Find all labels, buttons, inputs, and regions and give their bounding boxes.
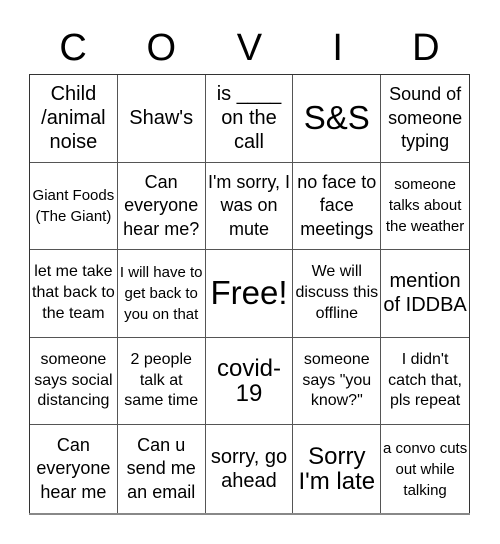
bingo-cell-text: a convo cuts out while talking — [382, 439, 468, 499]
bingo-grid: Child /animal noise Shaw's is ____ on the … — [29, 74, 470, 514]
bingo-cell[interactable]: sorry, go ahead — [206, 425, 294, 513]
bingo-cell-text: covid-19 — [216, 354, 281, 408]
header-letter-i: I — [332, 27, 343, 69]
bingo-cell-text: someone says social distancing — [34, 350, 113, 410]
bingo-cell-text: I didn't catch that, pls repeat — [388, 350, 462, 410]
header-letter-o: O — [146, 27, 177, 69]
bingo-header: C O V I D — [29, 22, 470, 74]
bingo-cell-text: S&S — [303, 98, 370, 136]
bingo-cell[interactable]: I'm sorry, I was on mute — [205, 162, 294, 251]
bingo-cell-text: someone talks about the weather — [385, 176, 465, 236]
bingo-cell[interactable]: Can everyone hear me? — [117, 162, 206, 251]
bingo-cell-text: Can everyone hear me? — [123, 171, 200, 239]
bingo-cell-text: Shaw's — [129, 107, 194, 130]
bingo-cell[interactable]: someone talks about the weather — [381, 163, 469, 251]
bingo-cell-text: Sound of someone typing — [388, 84, 463, 151]
header-letter-d: D — [412, 27, 440, 69]
header-letter-c: C — [59, 27, 87, 69]
bingo-cell[interactable]: Sound of someone typing — [381, 75, 469, 163]
bingo-cell-text: Free! — [210, 274, 288, 312]
bingo-cell[interactable]: Free! — [205, 250, 294, 338]
bingo-cell-text: someone says "you know?" — [302, 350, 372, 410]
bingo-cell[interactable]: 2 people talk at same time — [117, 337, 206, 426]
bingo-cell[interactable]: a convo cuts out while talking — [381, 425, 469, 513]
bingo-cell-text: sorry, go ahead — [210, 446, 288, 493]
bingo-cell-text: Sorry I'm late — [298, 443, 376, 496]
bingo-cell[interactable]: I didn't catch that, pls repeat — [381, 338, 469, 426]
bingo-cell[interactable]: is ____ on the call — [205, 75, 294, 163]
bingo-cell[interactable]: Shaw's — [117, 75, 206, 163]
bingo-cell[interactable]: mention of IDDBA — [381, 250, 469, 338]
bingo-cell-text: no face to face meetings — [297, 171, 377, 239]
bingo-cell-text: Child /animal noise — [41, 83, 106, 154]
bingo-cell[interactable]: We will discuss this offline — [293, 250, 382, 338]
bingo-cell[interactable]: someone says "you know?" — [293, 337, 382, 426]
bingo-cell[interactable]: I will have to get back to you on that — [117, 250, 206, 338]
bingo-cell-text: I'm sorry, I was on mute — [207, 171, 291, 239]
bingo-cell[interactable]: Can everyone hear me — [30, 425, 118, 513]
bingo-cell-text: mention of IDDBA — [383, 270, 467, 317]
bingo-cell[interactable]: Child /animal noise — [30, 75, 118, 163]
bingo-cell-text: I will have to get back to you on that — [119, 263, 203, 323]
bingo-cell[interactable]: Sorry I'm late — [293, 425, 382, 513]
bingo-cell[interactable]: no face to face meetings — [293, 162, 382, 251]
bingo-cell[interactable]: Giant Foods (The Giant) — [30, 162, 118, 251]
bingo-cell[interactable]: someone says social distancing — [30, 337, 118, 426]
bingo-cell[interactable]: covid-19 — [205, 337, 294, 426]
bingo-cell-text: Can everyone hear me — [36, 435, 111, 502]
bingo-cell-text: Giant Foods (The Giant) — [32, 186, 115, 225]
bingo-cell[interactable]: Can u send me an email — [118, 425, 206, 513]
bingo-cell-text: We will discuss this offline — [295, 263, 379, 322]
bingo-cell[interactable]: S&S — [293, 75, 382, 163]
bingo-cell[interactable]: let me take that back to the team — [30, 250, 118, 338]
bingo-cell-text: let me take that back to the team — [32, 263, 115, 322]
bingo-cell-text: 2 people talk at same time — [124, 350, 199, 410]
header-letter-v: V — [236, 27, 263, 69]
bingo-cell-text: is ____ on the call — [216, 83, 282, 154]
bingo-cell-text: Can u send me an email — [126, 435, 196, 502]
grid-bottom-border — [29, 513, 470, 515]
